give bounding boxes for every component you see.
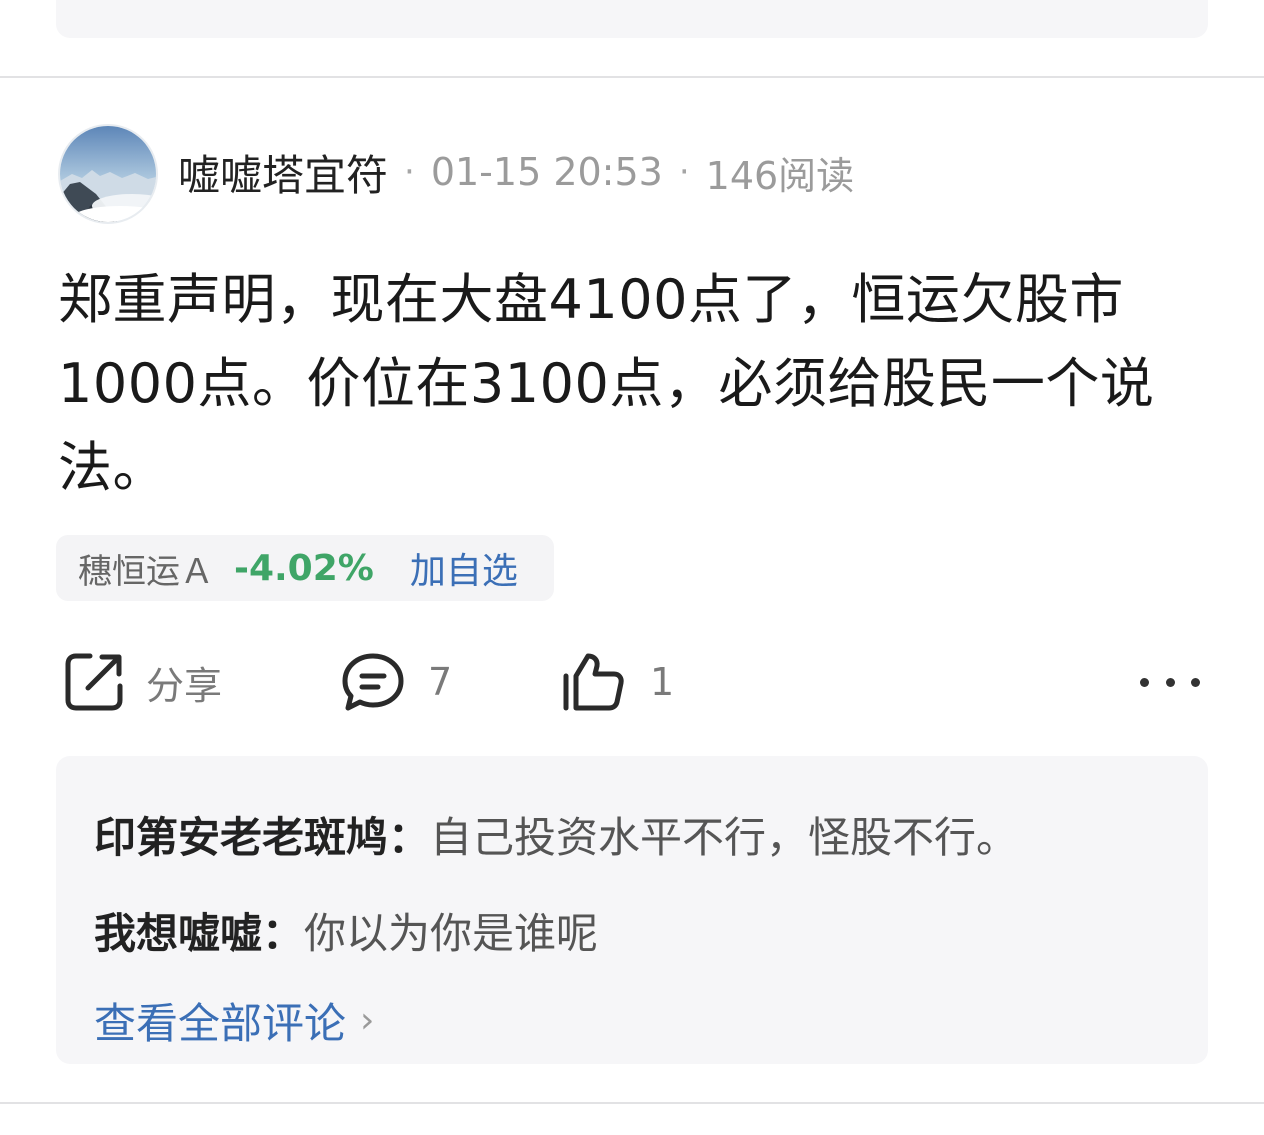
comments-preview: 印第安老老斑鸠： 自己投资水平不行，怪股不行。 我想嘘嘘： 你以为你是谁呢 查看… [56, 756, 1208, 1064]
commenter-name[interactable]: 印第安老老斑鸠： [94, 804, 430, 865]
previous-post-card [56, 0, 1208, 38]
comment-icon [342, 653, 404, 711]
comment-item[interactable]: 我想嘘嘘： 你以为你是谁呢 [94, 882, 1170, 978]
more-options-button[interactable] [1140, 664, 1200, 700]
author-avatar[interactable] [58, 124, 158, 224]
stock-tag[interactable]: 穗恒运Ａ -4.02% 加自选 [56, 535, 554, 601]
post-time: 01-15 20:53 [430, 150, 663, 194]
meta-separator: · [404, 152, 415, 192]
like-count: 1 [650, 660, 675, 704]
post-divider [0, 1102, 1264, 1104]
commenter-name[interactable]: 我想嘘嘘： [94, 900, 304, 961]
read-count: 146阅读 [705, 153, 855, 198]
share-icon [65, 653, 123, 711]
comment-button[interactable]: 7 [340, 646, 452, 718]
stock-change: -4.02% [234, 547, 374, 589]
chevron-right-icon: › [360, 999, 375, 1041]
avatar-landscape-image [60, 126, 156, 222]
post-meta: 嘘嘘塔宜符 · 01-15 20:53 · 146阅读 [178, 140, 854, 204]
post-content[interactable]: 郑重声明，现在大盘4100点了，恒运欠股市1000点。价位在3100点，必须给股… [58, 258, 1218, 510]
thumbs-up-icon [563, 653, 624, 711]
more-icon [1191, 677, 1200, 687]
comment-text: 你以为你是谁呢 [304, 908, 599, 958]
comment-item[interactable]: 印第安老老斑鸠： 自己投资水平不行，怪股不行。 [94, 786, 1170, 882]
meta-separator: · [678, 152, 690, 192]
comment-count: 7 [428, 660, 453, 704]
author-name[interactable]: 嘘嘘塔宜符 [178, 142, 388, 203]
view-all-comments-link[interactable]: 查看全部评论 › [94, 978, 1170, 1062]
add-to-watchlist-button[interactable]: 加自选 [410, 542, 518, 594]
more-icon [1140, 677, 1149, 687]
stock-name[interactable]: 穗恒运Ａ [78, 544, 214, 593]
like-button[interactable]: 1 [560, 646, 674, 718]
share-label: 分享 [146, 663, 223, 708]
comment-text: 自己投资水平不行，怪股不行。 [430, 812, 1019, 862]
share-button[interactable]: 分享 [62, 646, 222, 718]
more-icon [1165, 677, 1175, 687]
post-divider [0, 76, 1264, 78]
view-all-comments-label: 查看全部评论 [94, 998, 347, 1048]
